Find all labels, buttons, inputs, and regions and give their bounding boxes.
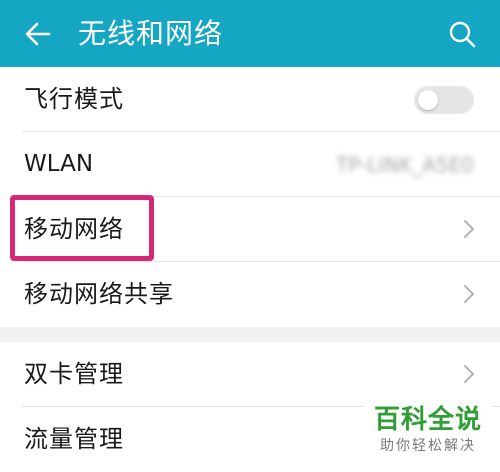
wlan-status: TP-LINK_A5E0 xyxy=(336,153,474,177)
search-icon xyxy=(449,21,476,48)
data-usage-label: 流量管理 xyxy=(24,425,124,453)
app-bar: 无线和网络 xyxy=(0,0,500,67)
dual-sim-label: 双卡管理 xyxy=(24,360,124,388)
mobile-network-label: 移动网络 xyxy=(24,215,124,243)
mobile-hotspot-label: 移动网络共享 xyxy=(24,280,174,308)
airplane-mode-row[interactable]: 飞行模式 xyxy=(0,67,500,132)
group-separator xyxy=(0,327,500,342)
airplane-mode-toggle[interactable] xyxy=(414,86,474,114)
chevron-right-icon xyxy=(464,285,474,303)
watermark-slogan: 助你轻松解决 xyxy=(380,438,476,454)
back-button[interactable] xyxy=(18,14,58,54)
mobile-hotspot-row[interactable]: 移动网络共享 xyxy=(0,262,500,327)
chevron-right-icon xyxy=(464,220,474,238)
wlan-label: WLAN xyxy=(24,151,94,177)
dual-sim-row[interactable]: 双卡管理 xyxy=(0,342,500,407)
search-button[interactable] xyxy=(442,14,482,54)
airplane-mode-label: 飞行模式 xyxy=(24,85,124,113)
page-title: 无线和网络 xyxy=(78,17,224,50)
watermark: 百科全说 助你轻松解决 xyxy=(364,404,492,462)
watermark-brand: 百科全说 xyxy=(373,405,482,435)
wlan-row[interactable]: WLAN TP-LINK_A5E0 xyxy=(0,132,500,197)
chevron-right-icon xyxy=(464,365,474,383)
arrow-left-icon xyxy=(25,22,51,46)
mobile-network-row[interactable]: 移动网络 xyxy=(0,197,500,262)
toggle-knob xyxy=(418,90,438,110)
